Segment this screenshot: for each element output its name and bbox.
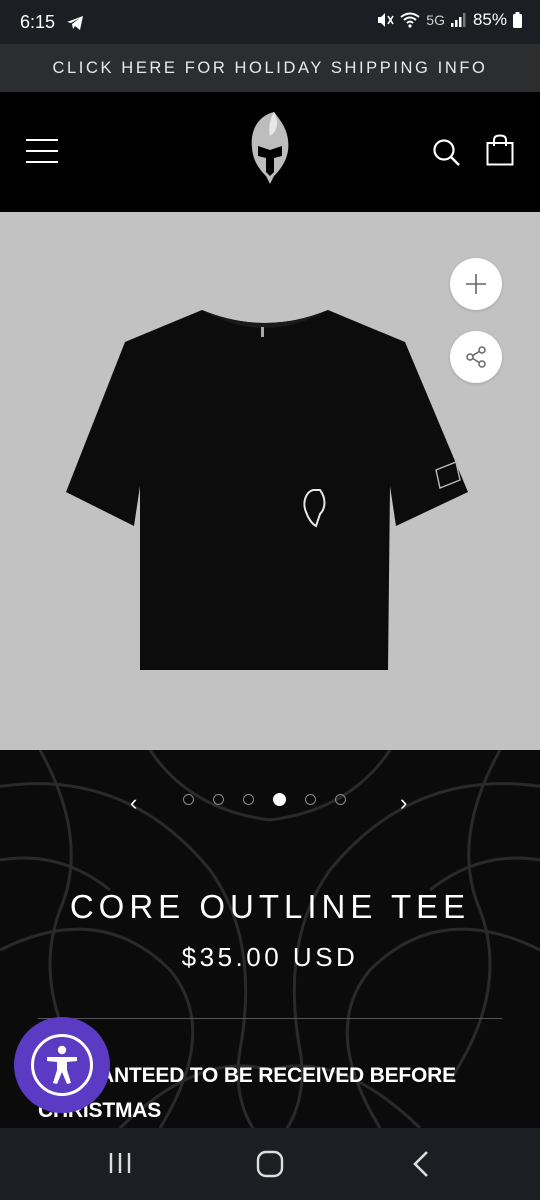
recent-apps-icon[interactable] [107,1150,133,1176]
back-icon[interactable] [410,1150,432,1178]
mute-icon [378,13,394,27]
product-image [66,310,468,670]
search-icon[interactable] [432,138,462,168]
gallery-dot[interactable] [335,794,346,805]
home-icon[interactable] [256,1150,284,1178]
battery-icon [513,12,522,28]
gallery-dot[interactable] [183,794,194,805]
share-icon [466,346,486,368]
hamburger-icon[interactable] [26,139,58,163]
status-bar: 6:15 5G 85% [0,0,540,44]
zoom-button[interactable] [450,258,502,310]
gallery-dot[interactable] [243,794,254,805]
holiday-shipping-banner[interactable]: CLICK HERE FOR HOLIDAY SHIPPING INFO [0,44,540,92]
promo-text: CLICK HERE FOR HOLIDAY SHIPPING INFO [52,58,488,77]
wifi-icon [400,12,420,28]
gallery-dot[interactable] [305,794,316,805]
accessibility-button[interactable] [14,1017,110,1113]
gallery-prev-button[interactable]: ‹ [130,790,137,816]
product-price: $35.00 USD [181,942,359,972]
divider [38,1018,502,1019]
network-type: 5G [426,12,445,28]
gallery-next-button[interactable]: › [400,790,407,816]
system-navigation-bar [0,1128,540,1200]
shopping-bag-icon[interactable] [486,134,514,166]
status-icons: 5G 85% [376,10,522,30]
spartan-helmet-logo[interactable] [244,110,296,190]
gallery-pagination [183,793,346,806]
product-title: CORE OUTLINE TEE [69,888,471,926]
site-header [0,92,540,212]
gallery-dot[interactable] [213,794,224,805]
status-time: 6:15 [20,12,56,32]
telegram-icon [67,16,83,30]
battery-percent: 85% [472,10,507,29]
signal-icon [450,13,466,27]
accessibility-icon [47,1045,77,1084]
share-button[interactable] [450,331,502,383]
plus-icon [466,274,486,294]
product-image-gallery[interactable] [0,212,540,750]
gallery-dot-active[interactable] [273,793,286,806]
